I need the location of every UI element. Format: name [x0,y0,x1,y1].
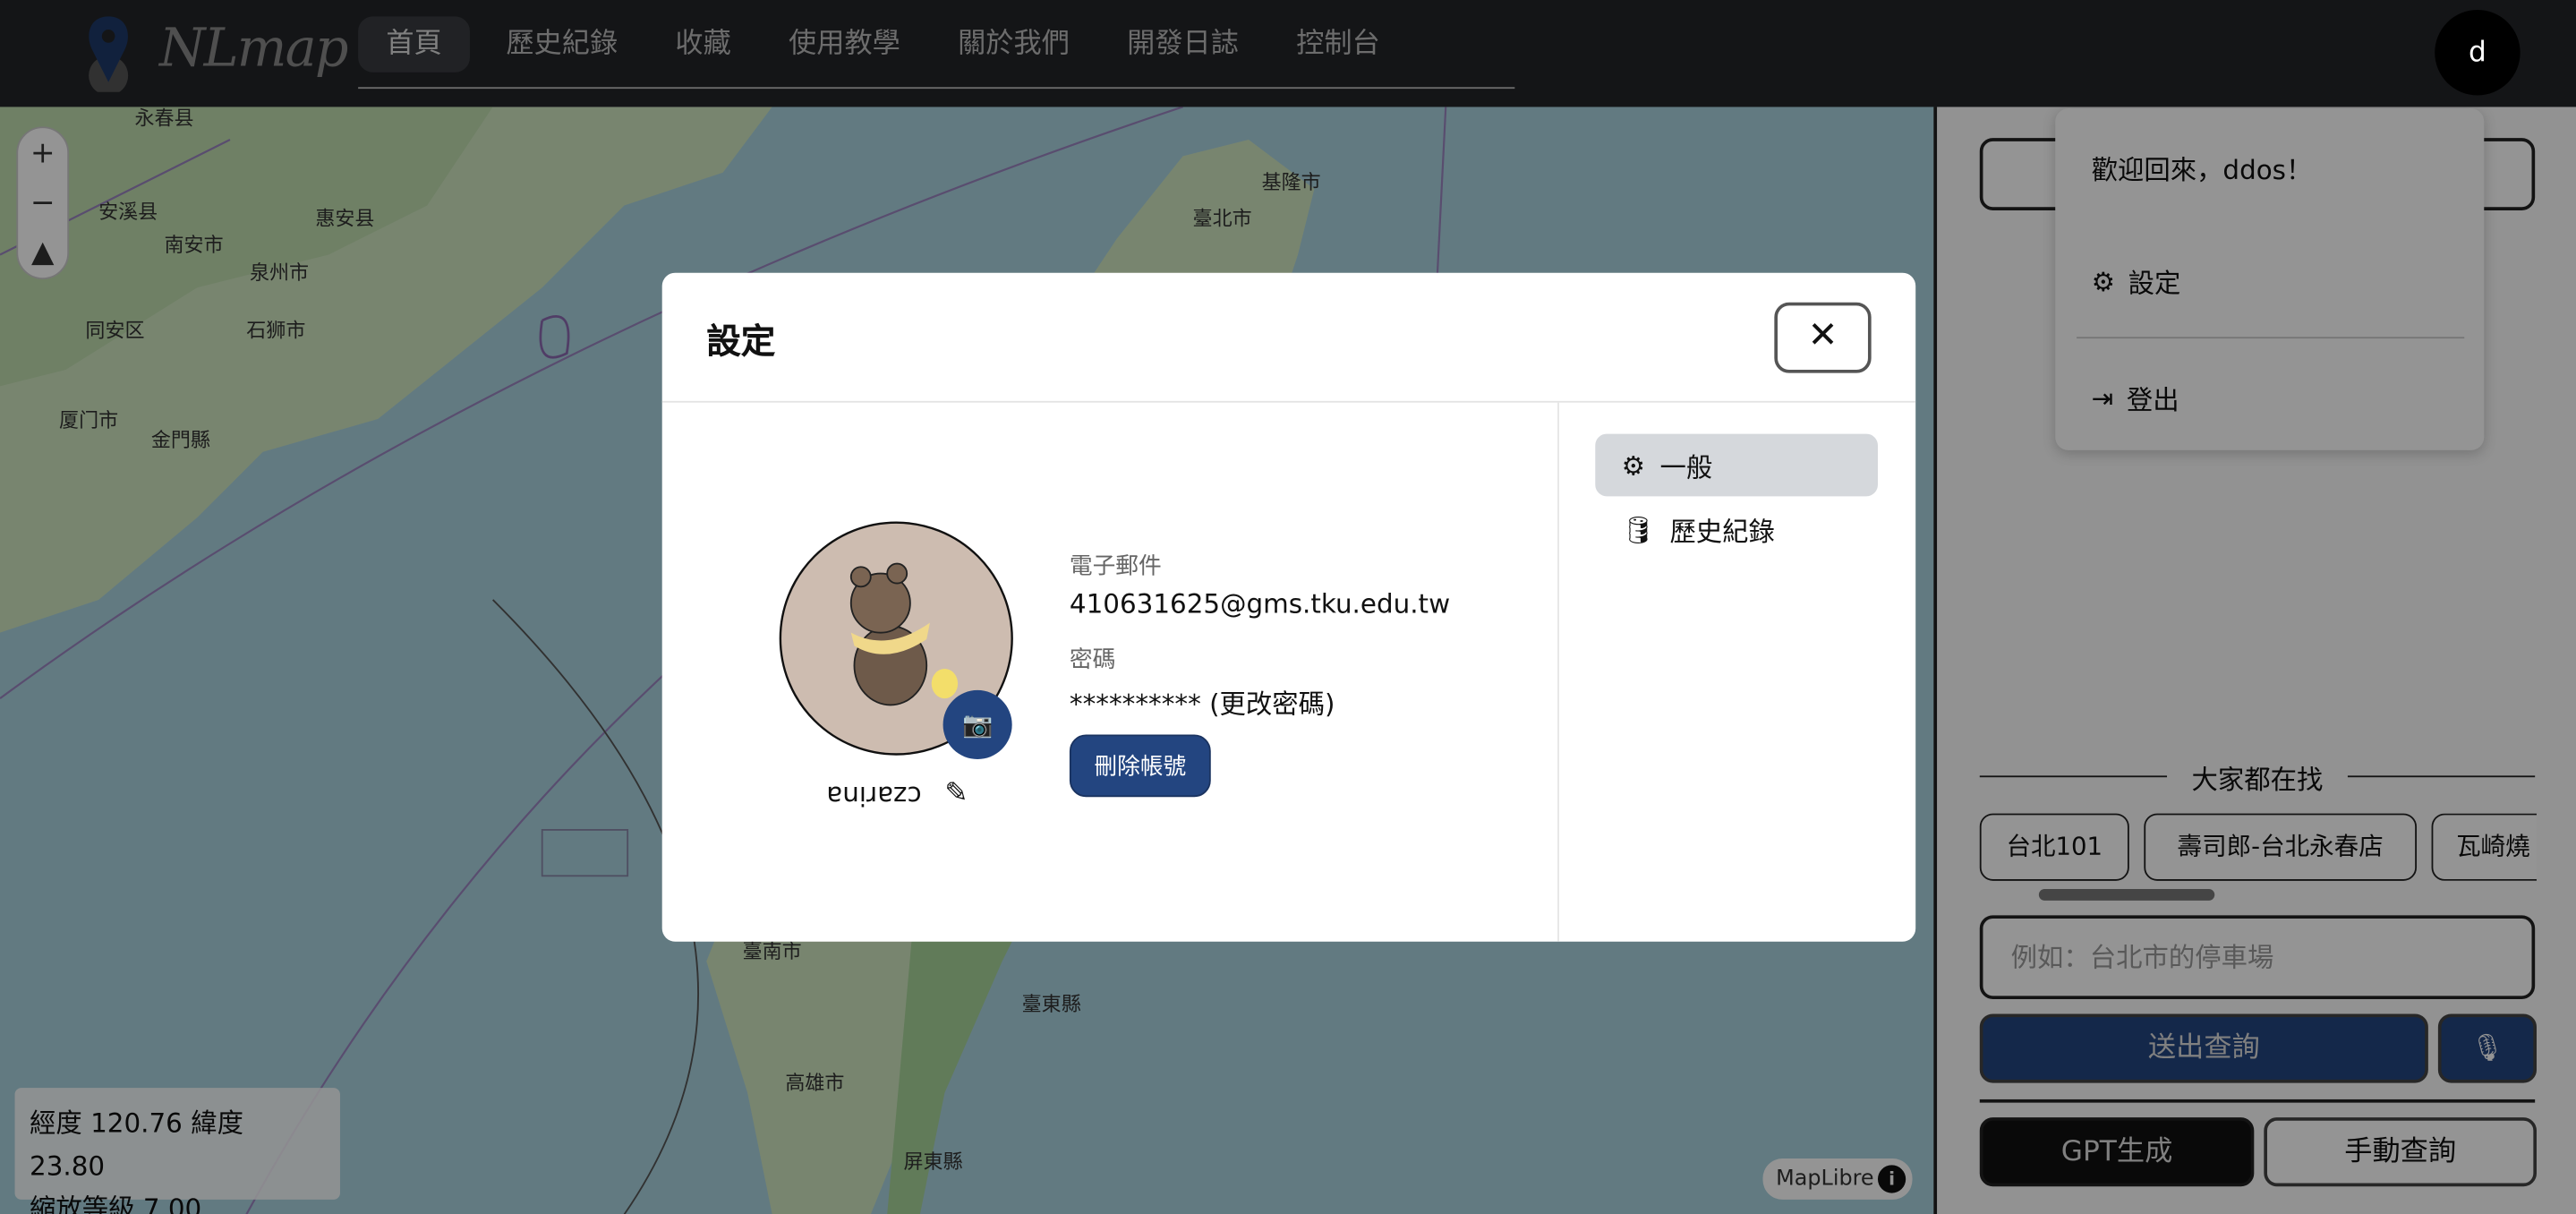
password-label: 密碼 [1069,647,1116,674]
email-label: 電子郵件 [1069,553,1162,580]
close-button[interactable]: ✕ [1774,302,1872,373]
modal-title: 設定 [706,321,776,362]
tab-label: 歷史紀錄 [1669,516,1775,548]
pencil-icon: ✎ [944,777,968,810]
tab-label: 一般 [1659,451,1713,483]
close-icon: ✕ [1807,315,1838,357]
database-icon: 🛢 [1621,513,1655,545]
tab-history[interactable]: 🛢 歷史紀錄 [1595,498,1878,560]
camera-icon: 📷 [961,709,994,740]
email-value: 410631625@gms.tku.edu.tw [1069,588,1451,620]
settings-modal: 設定 ✕ 📷 czarina ✎ 電子郵件 410631625@gms.tku.… [661,272,1916,942]
delete-account-button[interactable]: 刪除帳號 [1069,734,1211,798]
username-text: czarina [826,780,922,812]
tab-general[interactable]: ⚙ 一般 [1595,433,1878,497]
gear-icon: ⚙ [1621,449,1645,481]
user-avatar-button[interactable]: d [2435,10,2521,96]
edit-username-button[interactable]: ✎ [944,777,968,810]
change-password-link[interactable]: ********** (更改密碼) [1070,682,1335,722]
change-photo-button[interactable]: 📷 [943,689,1012,760]
